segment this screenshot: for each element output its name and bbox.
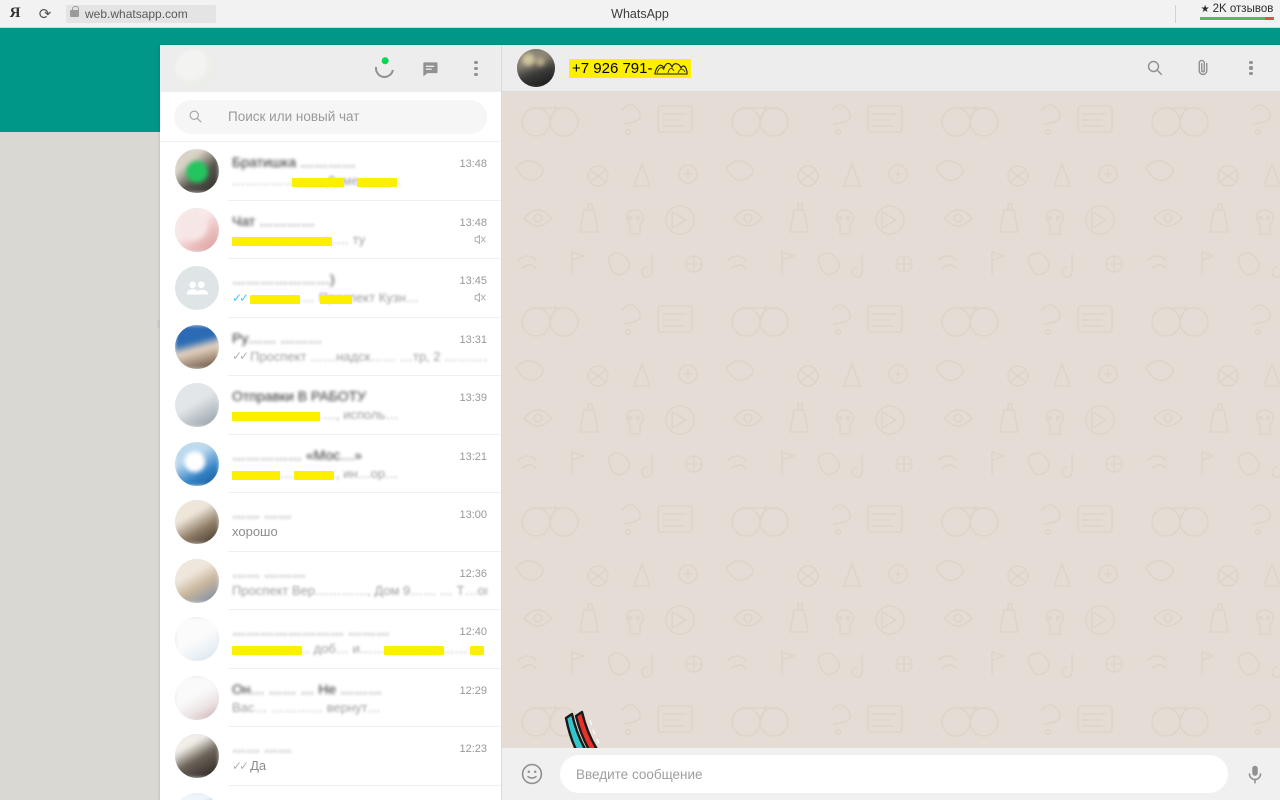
chat-preview-message: ……………………, ин…ор… (232, 465, 399, 481)
delivered-receipt-icon: ✓✓ (232, 758, 249, 773)
chat-preview-message: ……………………… ту (232, 231, 366, 247)
chat-preview-message: Да (250, 758, 267, 774)
reviews-label: 2K отзывов (1212, 3, 1274, 15)
paperclip-icon[interactable] (1192, 57, 1214, 79)
search-icon (188, 109, 203, 124)
chat-name: Чат ………… (232, 212, 316, 229)
chat-timestamp: 13:39 (459, 392, 487, 405)
chat-list-item[interactable]: …………… «Мос…» 13:21 ……………………, ин…ор… (160, 434, 501, 493)
message-input[interactable]: Введите сообщение (560, 755, 1228, 793)
search-icon[interactable] (1144, 57, 1166, 79)
avatar[interactable] (175, 675, 219, 720)
chat-name: …………… «Мос…» (232, 446, 363, 463)
chat-timestamp: 12:23 (459, 743, 487, 756)
chat-list[interactable]: Братишка ………… 13:48 ………………… Диме ……… Чат ……… (160, 142, 501, 800)
chat-name: Ру…… ……… (232, 329, 323, 346)
avatar[interactable] (517, 49, 555, 87)
chat-name: Он… …… … Не ……… (232, 680, 383, 697)
avatar[interactable] (175, 266, 219, 311)
chat-name: …………………… ……… (232, 622, 390, 639)
chat-name: Братишка ………… (232, 154, 357, 171)
avatar[interactable] (175, 383, 219, 428)
search-input[interactable]: Поиск или новый чат (174, 99, 487, 134)
chat-timestamp: 13:48 (459, 216, 487, 229)
chat-name: …… …… (232, 505, 292, 522)
reviews-badge[interactable]: ★ 2K отзывов (1200, 3, 1274, 20)
status-ring-icon[interactable] (370, 55, 398, 82)
menu-kebab-icon[interactable] (465, 58, 487, 80)
chat-name: …… …… (232, 739, 292, 756)
search-bar: Поиск или новый чат (160, 92, 501, 142)
contact-name-highlighted: +7 926 791- (569, 58, 691, 78)
menu-kebab-icon[interactable] (1240, 57, 1262, 79)
chat-timestamp: 13:31 (459, 333, 487, 346)
avatar[interactable] (175, 500, 219, 545)
chat-list-item[interactable]: На… 10 …………12:22 (160, 785, 501, 800)
mute-icon (472, 290, 487, 305)
star-icon: ★ (1200, 3, 1210, 15)
mute-icon (472, 232, 487, 247)
chat-list-item[interactable]: Отправки В РАБОТУ 13:39 ……………………, исполь… (160, 376, 501, 435)
contact-name: +7 926 791- (572, 59, 653, 77)
avatar[interactable] (175, 734, 219, 779)
avatar[interactable] (175, 324, 219, 369)
whatsapp-window: Поиск или новый чат Братишка ………… 13:48 ……… (160, 45, 1280, 800)
chat-timestamp: 12:29 (459, 684, 487, 697)
chat-list-item[interactable]: Чат ………… 13:48 ……………………… ту (160, 200, 501, 259)
chat-timestamp: 13:45 (459, 275, 487, 288)
chat-timestamp: 13:00 (459, 509, 487, 522)
new-chat-icon[interactable] (419, 58, 441, 80)
sidebar: Поиск или новый чат Братишка ………… 13:48 ……… (160, 45, 502, 800)
chat-list-item[interactable]: …… …… 13:00 хорошо (160, 493, 501, 552)
reviews-rating-bar (1200, 17, 1274, 20)
chat-preview-message: Проспект Вер…………, Дом 9…… … Т…опер… (232, 582, 487, 598)
chat-preview-message: хорошо (232, 524, 278, 540)
chat-preview-message: ………………… Диме ……… (232, 173, 402, 189)
smiley-icon[interactable] (520, 762, 544, 786)
chat-list-item[interactable]: …………………… ……… 12:40 ……………… доб… и……… …………… (160, 610, 501, 669)
chat-list-item[interactable]: Братишка ………… 13:48 ………………… Диме ……… (160, 142, 501, 201)
chat-wallpaper: 3 (502, 92, 1280, 748)
chat-list-item[interactable]: Ру…… ……… 13:31 ✓✓ Проспект ……надск…… …тр, 2… (160, 317, 501, 376)
delivered-receipt-icon: ✓✓ (232, 349, 249, 364)
page-title: WhatsApp (611, 6, 669, 21)
chat-timestamp: 13:21 (459, 450, 487, 463)
avatar[interactable] (175, 48, 215, 89)
chat-list-item[interactable]: …… …… 12:23 ✓✓ Да (160, 727, 501, 786)
chat-list-item[interactable]: …………………) 13:45 ✓✓…………… Проспект Кузн… (160, 259, 501, 318)
conversation-header[interactable]: +7 926 791- (502, 45, 1280, 92)
search-placeholder: Поиск или новый чат (228, 109, 360, 124)
chat-timestamp: 12:40 (459, 626, 487, 639)
avatar[interactable] (175, 441, 219, 486)
browser-toolbar: Я ⟳ web.whatsapp.com WhatsApp ★ 2K отзыв… (0, 0, 1280, 28)
chat-preview-message: ……………… доб… и……… …………… (232, 641, 468, 657)
message-placeholder: Введите сообщение (576, 766, 703, 782)
avatar[interactable] (175, 617, 219, 662)
avatar[interactable] (175, 149, 219, 194)
conversation-panel: +7 926 791- Введите сообщение (502, 45, 1280, 800)
read-receipt-blue-icon: ✓✓ (232, 290, 249, 305)
chat-list-item[interactable]: Он… …… … Не ……… 12:29 Вас… ………… вернут… (160, 668, 501, 727)
chat-name: …………………) (232, 271, 335, 288)
chat-preview-message: ……………………, исполь… (232, 407, 399, 423)
avatar[interactable] (175, 558, 219, 603)
chat-name: …… ……… (232, 563, 306, 580)
scribble-redaction-icon (653, 61, 688, 75)
chat-list-item[interactable]: …… ……… 12:36 Проспект Вер…………, Дом 9…… … Т… (160, 551, 501, 610)
avatar[interactable] (175, 792, 219, 800)
avatar[interactable] (175, 207, 219, 252)
chat-preview-message: Проспект ……надск…… …тр, 2 ………… Троп… (250, 348, 487, 364)
sidebar-header (160, 45, 501, 92)
chat-name: Отправки В РАБОТУ (232, 388, 367, 405)
chat-preview-message: Вас… ………… вернут… (232, 699, 381, 715)
message-composer: Введите сообщение (502, 748, 1280, 800)
chat-timestamp: 12:36 (459, 567, 487, 580)
toolbar-divider (1175, 5, 1176, 23)
chat-timestamp: 13:48 (459, 158, 487, 171)
chat-preview-message: …………… Проспект Кузн… (250, 290, 419, 306)
microphone-icon[interactable] (1244, 763, 1266, 785)
